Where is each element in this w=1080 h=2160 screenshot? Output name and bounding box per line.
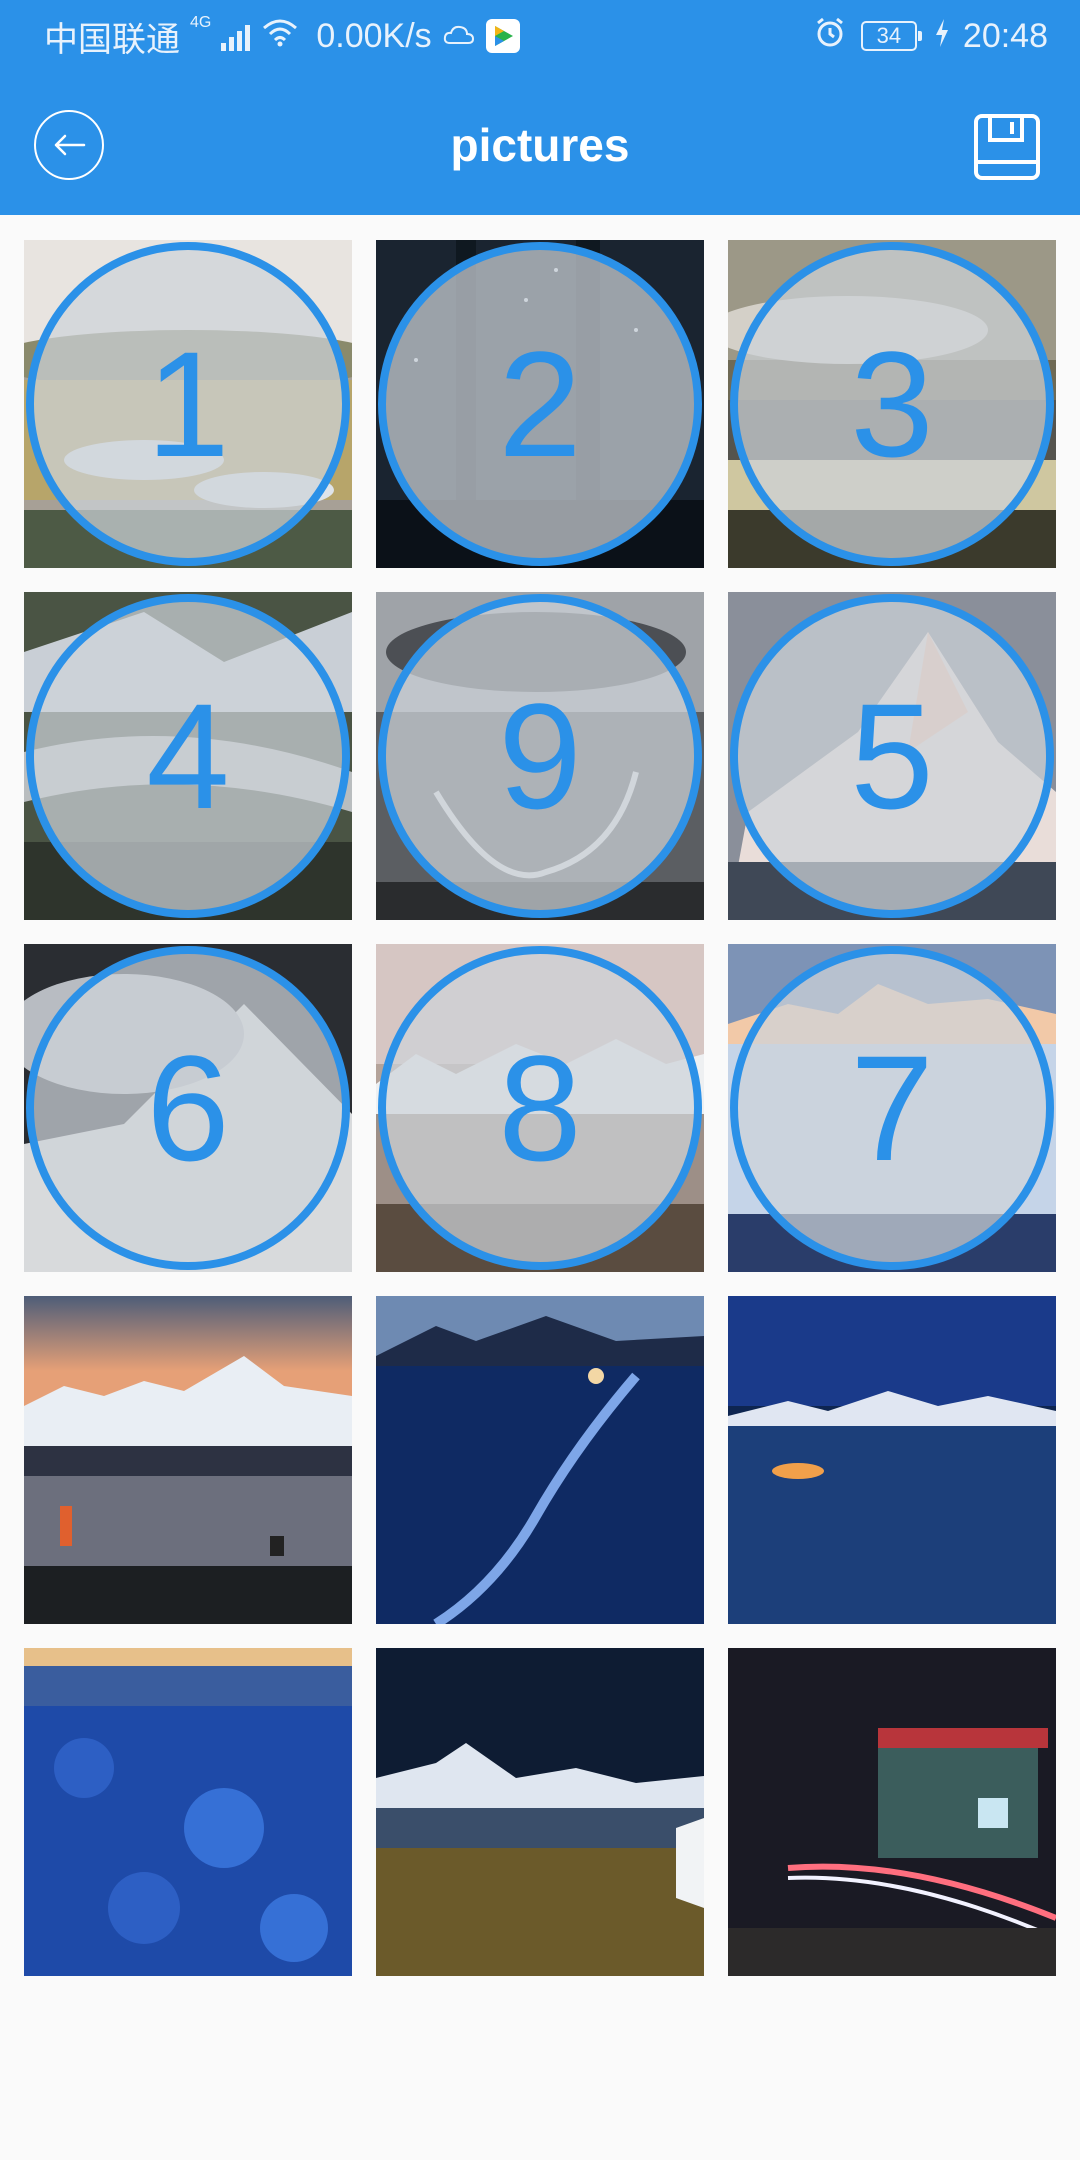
selection-number: 6 — [146, 1024, 230, 1192]
selection-ring: 7 — [730, 946, 1054, 1270]
selection-number: 1 — [146, 320, 230, 488]
selection-ring: 3 — [730, 242, 1054, 566]
photo-thumbnail — [376, 1296, 704, 1624]
floppy-disk-icon — [974, 114, 1040, 180]
photo-cell[interactable]: 5 — [728, 592, 1056, 920]
photo-thumbnail — [376, 1648, 704, 1976]
selection-ring: 8 — [378, 946, 702, 1270]
photo-thumbnail — [728, 1648, 1056, 1976]
photo-cell[interactable]: 1 — [24, 240, 352, 568]
selection-ring: 2 — [378, 242, 702, 566]
app-bar: pictures — [0, 72, 1080, 215]
selection-number: 2 — [498, 320, 582, 488]
selection-number: 8 — [498, 1024, 582, 1192]
selection-number: 7 — [850, 1024, 934, 1192]
photo-cell[interactable] — [376, 1296, 704, 1624]
selection-ring: 6 — [26, 946, 350, 1270]
photo-cell[interactable] — [376, 1648, 704, 1976]
photo-cell[interactable] — [728, 1648, 1056, 1976]
photo-thumbnail — [24, 1296, 352, 1624]
photo-cell[interactable]: 9 — [376, 592, 704, 920]
selection-number: 5 — [850, 672, 934, 840]
battery-icon: 34 — [860, 21, 922, 51]
selection-ring: 4 — [26, 594, 350, 918]
network-type: 4G — [190, 14, 212, 31]
selection-ring: 5 — [730, 594, 1054, 918]
wifi-icon — [260, 16, 300, 57]
photo-cell[interactable]: 8 — [376, 944, 704, 1272]
charging-icon — [935, 17, 949, 56]
video-app-icon — [485, 19, 520, 53]
page-title: pictures — [450, 119, 630, 171]
clock-time: 20:48 — [962, 16, 1048, 55]
carrier-name: 中国联通 — [44, 20, 180, 59]
selection-number: 9 — [498, 672, 582, 840]
photo-thumbnail — [728, 1296, 1056, 1624]
status-bar-right: 34 20:48 — [813, 0, 1048, 72]
photo-cell[interactable]: 4 — [24, 592, 352, 920]
photo-cell[interactable]: 2 — [376, 240, 704, 568]
cloud-icon — [442, 17, 476, 56]
save-button[interactable] — [972, 112, 1042, 182]
battery-level: 34 — [876, 23, 902, 48]
status-bar: 中国联通 4G 0.00K/s 34 20:48 — [0, 0, 1080, 72]
selection-number: 4 — [146, 672, 230, 840]
photo-cell[interactable]: 3 — [728, 240, 1056, 568]
photo-cell[interactable] — [728, 1296, 1056, 1624]
selection-number: 3 — [850, 320, 934, 488]
selection-ring: 1 — [26, 242, 350, 566]
photo-cell[interactable]: 7 — [728, 944, 1056, 1272]
alarm-icon — [813, 15, 847, 58]
signal-icon — [221, 21, 251, 51]
photo-cell[interactable] — [24, 1648, 352, 1976]
photo-thumbnail — [24, 1648, 352, 1976]
selection-ring: 9 — [378, 594, 702, 918]
network-speed: 0.00K/s — [316, 16, 432, 55]
status-bar-left: 中国联通 4G 0.00K/s — [44, 0, 520, 72]
photo-cell[interactable] — [24, 1296, 352, 1624]
photo-cell[interactable]: 6 — [24, 944, 352, 1272]
